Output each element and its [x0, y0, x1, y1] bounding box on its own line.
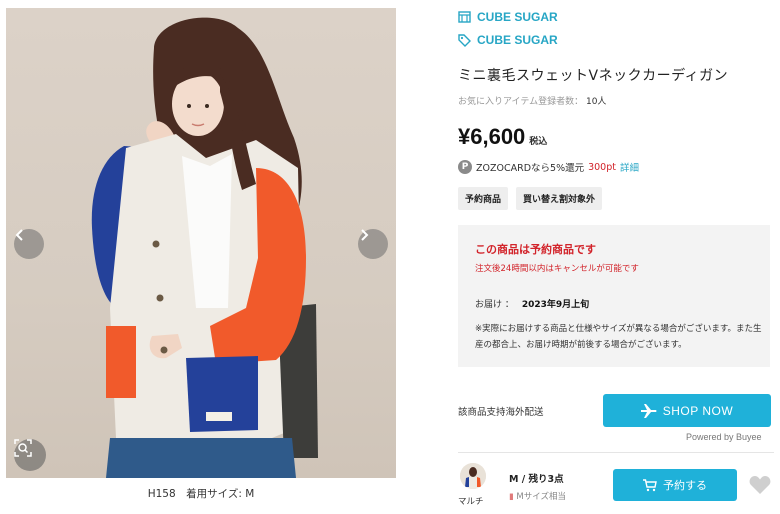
size-note-text: Mサイズ相当 [516, 492, 566, 502]
points-value: 300pt [588, 161, 616, 173]
next-image-button[interactable] [358, 229, 388, 259]
notice-title: この商品は予約商品です [475, 243, 596, 256]
points-info: P ZOZOCARDなら5%還元 300pt 詳細 [458, 160, 639, 174]
reserve-button[interactable]: 予約する [613, 469, 737, 501]
model-illustration [91, 17, 318, 478]
favorites-label: お気に入りアイテム登録者数： [458, 97, 584, 107]
product-tags: 予約商品 買い替え割対象外 [458, 187, 603, 210]
size-stock: M / 残り3点 [509, 474, 564, 485]
favorite-button[interactable] [749, 475, 771, 499]
variant-color-label: マルチ [458, 497, 484, 507]
prev-image-button[interactable] [14, 229, 44, 259]
shop-name: CUBE SUGAR [477, 10, 558, 24]
overseas-shipping-label: 該商品支持海外配送 [458, 407, 544, 418]
delivery-value: 2023年9月上旬 [521, 300, 590, 310]
chevron-right-icon [361, 229, 369, 241]
shop-now-button[interactable]: SHOP NOW [603, 394, 771, 427]
product-image[interactable] [6, 8, 396, 478]
powered-by-buyee: Powered by Buyee [686, 432, 762, 442]
image-caption: H158 着用サイズ: M [147, 488, 255, 500]
points-detail-link[interactable]: 詳細 [620, 160, 639, 174]
price: ¥6,600 税込 [458, 124, 547, 150]
size-marker-icon: ▮ [509, 492, 514, 502]
shop-link[interactable]: CUBE SUGAR [458, 10, 558, 24]
magnifier-zoom-icon [14, 439, 32, 457]
tag-trade-in-excluded: 買い替え割対象外 [516, 187, 603, 210]
delivery-date: お届け ： 2023年9月上旬 [475, 297, 589, 310]
brand-name: CUBE SUGAR [477, 33, 558, 47]
airplane-icon [640, 403, 657, 418]
shop-icon [458, 11, 471, 23]
notice-body: ※実際にお届けする商品と仕様やサイズが異なる場合がございます。また生産の都合上、… [475, 324, 762, 350]
delivery-label: お届け ： [475, 300, 514, 310]
shop-now-label: SHOP NOW [662, 403, 734, 418]
preorder-notice: この商品は予約商品です 注文後24時間以内はキャンセルが可能です お届け ： 20… [458, 225, 770, 367]
variant-color-thumbnail[interactable] [460, 463, 486, 489]
zoom-button[interactable] [14, 439, 46, 471]
tax-label: 税込 [529, 137, 548, 147]
product-title: ミニ裏毛スウェットVネックカーディガン [458, 68, 729, 84]
chevron-left-icon [15, 229, 23, 241]
points-icon: P [458, 160, 472, 174]
favorites-count: お気に入りアイテム登録者数： 10人 [458, 94, 606, 107]
points-text: ZOZOCARDなら5%還元 [476, 163, 585, 174]
tag-icon [458, 33, 471, 47]
favorites-value: 10人 [585, 97, 607, 107]
notice-subtitle: 注文後24時間以内はキャンセルが可能です [475, 264, 639, 274]
brand-link[interactable]: CUBE SUGAR [458, 33, 558, 47]
variant-thumbnail-image [460, 463, 486, 489]
cart-icon [643, 478, 657, 491]
price-amount: ¥6,600 [458, 124, 526, 149]
size-note: ▮ Mサイズ相当 [509, 490, 566, 502]
heart-icon [749, 476, 771, 494]
reserve-label: 予約する [663, 479, 707, 492]
tag-preorder: 予約商品 [458, 187, 509, 210]
divider [458, 452, 774, 453]
